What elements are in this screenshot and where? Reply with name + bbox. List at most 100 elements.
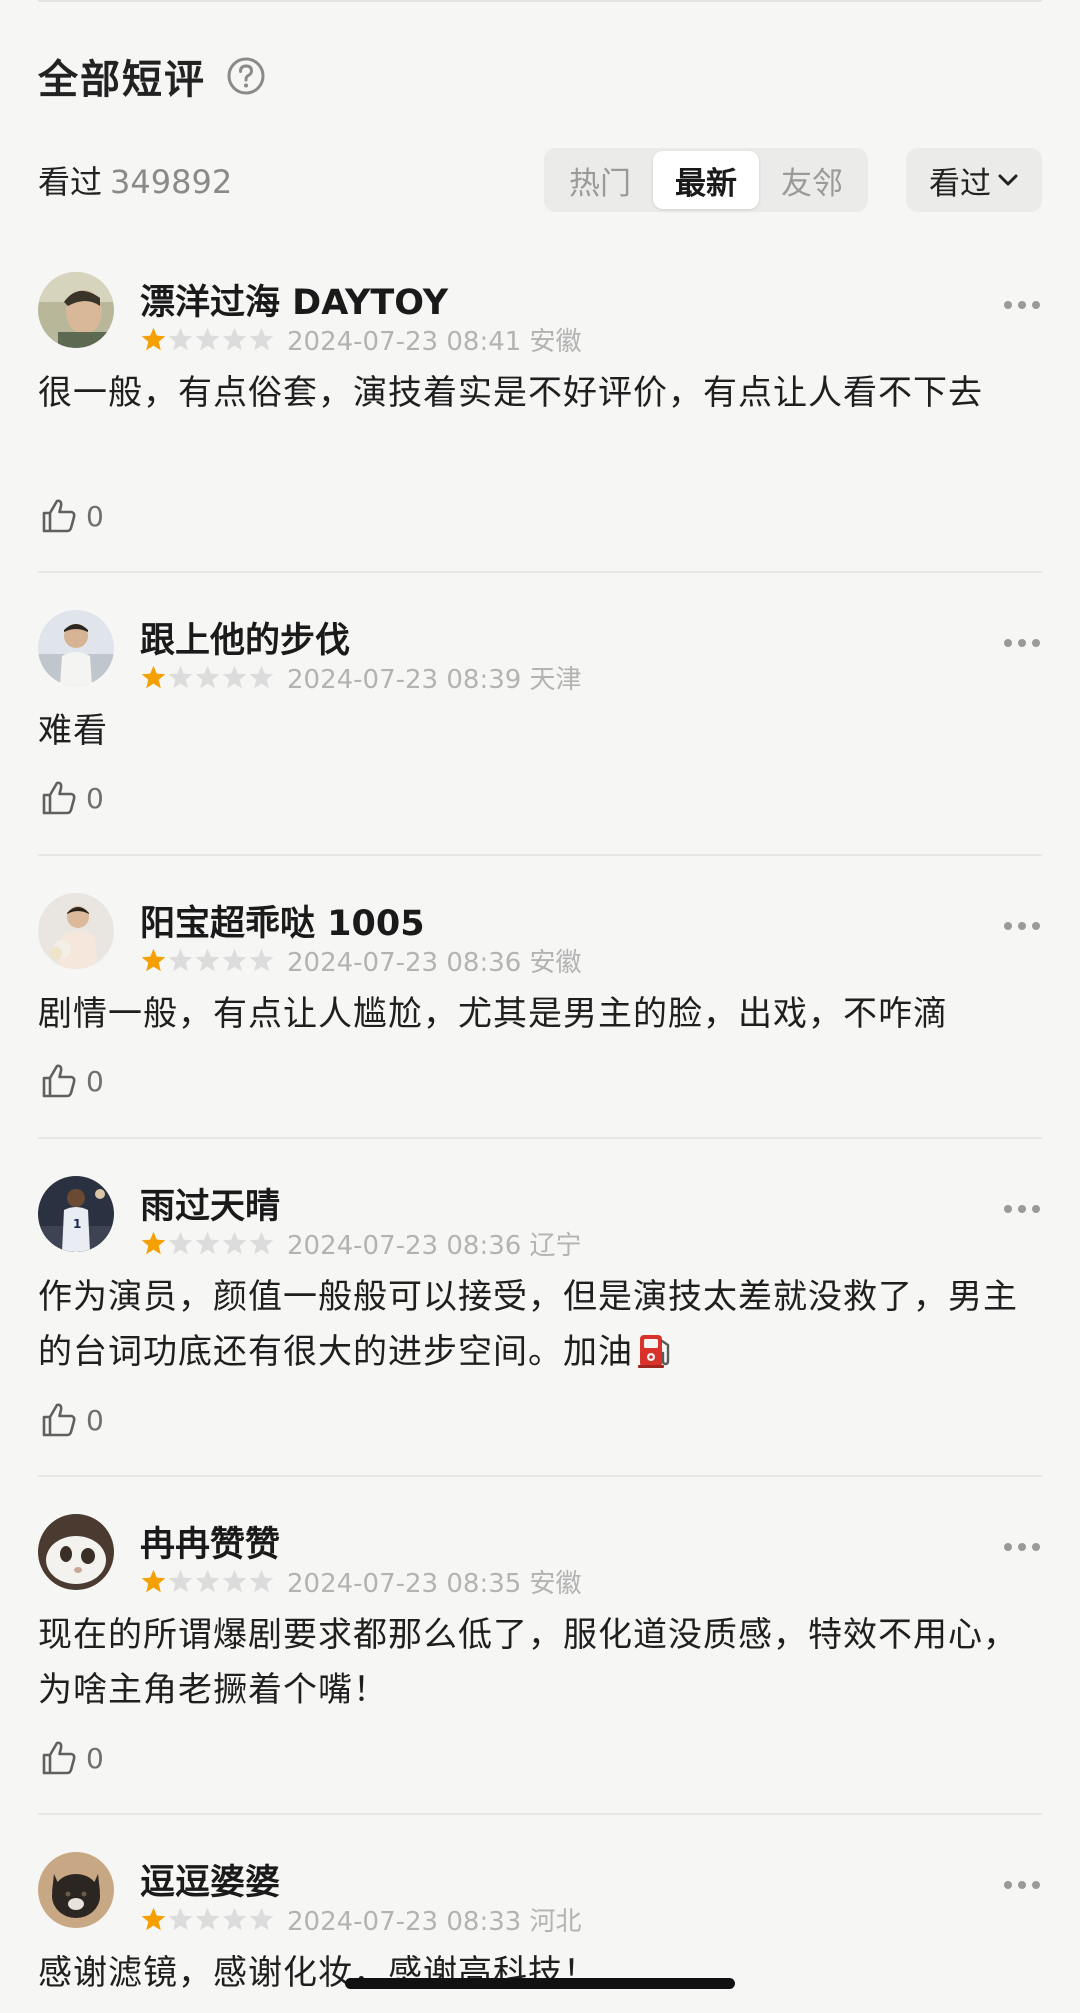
divider bbox=[38, 854, 1042, 856]
avatar[interactable] bbox=[38, 1852, 114, 1928]
review-item: 1 雨过天晴 2024-07-23 08:36 辽宁 作为演员，颜值一般般可以接… bbox=[38, 1176, 1042, 1477]
divider bbox=[38, 1475, 1042, 1477]
rating-stars bbox=[140, 664, 275, 691]
svg-text:1: 1 bbox=[73, 1217, 81, 1231]
star-filled-icon bbox=[141, 1231, 166, 1254]
review-meta: 2024-07-23 08:33 河北 bbox=[140, 1902, 582, 1937]
watched-number: 349892 bbox=[110, 163, 233, 201]
review-text-content: 作为演员，颜值一般般可以接受，但是演技太差就没救了，男主的台词功底还有很大的进步… bbox=[38, 1277, 1018, 1372]
username[interactable]: 跟上他的步伐 bbox=[140, 612, 350, 663]
thumbs-up-icon bbox=[42, 1741, 76, 1775]
review-text: 难看 bbox=[38, 711, 108, 751]
review-meta: 2024-07-23 08:36 辽宁 bbox=[140, 1226, 582, 1261]
like-button[interactable]: 0 bbox=[40, 778, 104, 818]
page-title: 全部短评 bbox=[38, 57, 206, 103]
username[interactable]: 冉冉赞赞 bbox=[140, 1516, 280, 1567]
review-text: 剧情一般，有点让人尴尬，尤其是男主的脸，出戏，不咋滴 bbox=[38, 994, 948, 1034]
rating-stars bbox=[140, 1906, 275, 1933]
more-options-icon[interactable] bbox=[1002, 1540, 1042, 1554]
star-filled-icon bbox=[141, 948, 166, 971]
star-empty-icon bbox=[222, 327, 247, 350]
chevron-down-icon bbox=[998, 174, 1018, 186]
divider bbox=[38, 1813, 1042, 1815]
tab-friends[interactable]: 友邻 bbox=[759, 151, 865, 209]
review-item: 漂洋过海 DAYTOY 2024-07-23 08:41 安徽 很一般，有点俗套… bbox=[38, 272, 1042, 573]
divider bbox=[38, 1137, 1042, 1139]
review-timestamp-location: 2024-07-23 08:39 天津 bbox=[287, 664, 582, 695]
toolbar: 看过 349892 热门 最新 友邻 看过 bbox=[38, 145, 1042, 215]
star-filled-icon bbox=[141, 327, 166, 350]
thumbs-up-icon bbox=[42, 781, 76, 815]
star-filled-icon bbox=[141, 665, 166, 688]
section-header: 全部短评 bbox=[38, 48, 266, 104]
watched-filter-dropdown[interactable]: 看过 bbox=[906, 148, 1042, 212]
star-empty-icon bbox=[222, 1569, 247, 1592]
avatar[interactable] bbox=[38, 610, 114, 686]
thumbs-up-icon bbox=[42, 499, 76, 533]
star-empty-icon bbox=[249, 948, 274, 971]
tab-latest[interactable]: 最新 bbox=[653, 151, 759, 209]
avatar[interactable] bbox=[38, 893, 114, 969]
star-empty-icon bbox=[168, 327, 193, 350]
review-meta: 2024-07-23 08:41 安徽 bbox=[140, 322, 582, 357]
filter-label: 看过 bbox=[929, 165, 991, 202]
like-count: 0 bbox=[86, 1741, 104, 1775]
star-empty-icon bbox=[249, 665, 274, 688]
review-item: 阳宝超乖哒 1005 2024-07-23 08:36 安徽 剧情一般，有点让人… bbox=[38, 893, 1042, 1139]
star-empty-icon bbox=[168, 665, 193, 688]
star-empty-icon bbox=[195, 1231, 220, 1254]
like-count: 0 bbox=[86, 1403, 104, 1437]
star-empty-icon bbox=[222, 1231, 247, 1254]
more-options-icon[interactable] bbox=[1002, 298, 1042, 312]
star-filled-icon bbox=[141, 1569, 166, 1592]
star-empty-icon bbox=[195, 1907, 220, 1930]
more-options-icon[interactable] bbox=[1002, 1878, 1042, 1892]
username[interactable]: 漂洋过海 DAYTOY bbox=[140, 274, 448, 325]
tab-hot[interactable]: 热门 bbox=[547, 151, 653, 209]
username[interactable]: 雨过天晴 bbox=[140, 1178, 280, 1229]
username[interactable]: 逗逗婆婆 bbox=[140, 1854, 280, 1905]
review-timestamp-location: 2024-07-23 08:35 安徽 bbox=[287, 1568, 582, 1599]
review-timestamp-location: 2024-07-23 08:36 辽宁 bbox=[287, 1230, 582, 1261]
star-empty-icon bbox=[249, 327, 274, 350]
help-icon[interactable] bbox=[226, 56, 266, 96]
star-empty-icon bbox=[168, 1231, 193, 1254]
avatar[interactable]: 1 bbox=[38, 1176, 114, 1252]
rating-stars bbox=[140, 947, 275, 974]
rating-stars bbox=[140, 1568, 275, 1595]
review-text: 现在的所谓爆剧要求都那么低了，服化道没质感，特效不用心，为啥主角老撅着个嘴！ bbox=[38, 1615, 1018, 1710]
rating-stars bbox=[140, 326, 275, 353]
star-empty-icon bbox=[222, 948, 247, 971]
home-indicator[interactable] bbox=[345, 1978, 735, 1989]
star-empty-icon bbox=[222, 1907, 247, 1930]
divider bbox=[38, 571, 1042, 573]
like-count: 0 bbox=[86, 499, 104, 533]
like-count: 0 bbox=[86, 781, 104, 815]
star-empty-icon bbox=[168, 1569, 193, 1592]
thumbs-up-icon bbox=[42, 1064, 76, 1098]
more-options-icon[interactable] bbox=[1002, 919, 1042, 933]
star-empty-icon bbox=[222, 665, 247, 688]
watched-label: 看过 bbox=[38, 163, 103, 201]
review-meta: 2024-07-23 08:36 安徽 bbox=[140, 943, 582, 978]
avatar[interactable] bbox=[38, 1514, 114, 1590]
star-empty-icon bbox=[249, 1907, 274, 1930]
more-options-icon[interactable] bbox=[1002, 1202, 1042, 1216]
review-item: 跟上他的步伐 2024-07-23 08:39 天津 难看 0 bbox=[38, 610, 1042, 856]
star-empty-icon bbox=[195, 665, 220, 688]
like-button[interactable]: 0 bbox=[40, 1738, 104, 1778]
review-text: 作为演员，颜值一般般可以接受，但是演技太差就没救了，男主的台词功底还有很大的进步… bbox=[38, 1270, 1042, 1380]
username[interactable]: 阳宝超乖哒 1005 bbox=[140, 895, 425, 946]
like-button[interactable]: 0 bbox=[40, 1400, 104, 1440]
review-text: 很一般，有点俗套，演技着实是不好评价，有点让人看不下去 bbox=[38, 373, 983, 413]
star-empty-icon bbox=[249, 1231, 274, 1254]
rating-stars bbox=[140, 1230, 275, 1257]
review-item: 冉冉赞赞 2024-07-23 08:35 安徽 现在的所谓爆剧要求都那么低了，… bbox=[38, 1514, 1042, 1815]
review-meta: 2024-07-23 08:39 天津 bbox=[140, 660, 582, 695]
like-button[interactable]: 0 bbox=[40, 1061, 104, 1101]
review-meta: 2024-07-23 08:35 安徽 bbox=[140, 1564, 582, 1599]
like-button[interactable]: 0 bbox=[40, 496, 104, 536]
watched-count: 看过 349892 bbox=[38, 157, 232, 203]
avatar[interactable] bbox=[38, 272, 114, 348]
more-options-icon[interactable] bbox=[1002, 636, 1042, 650]
